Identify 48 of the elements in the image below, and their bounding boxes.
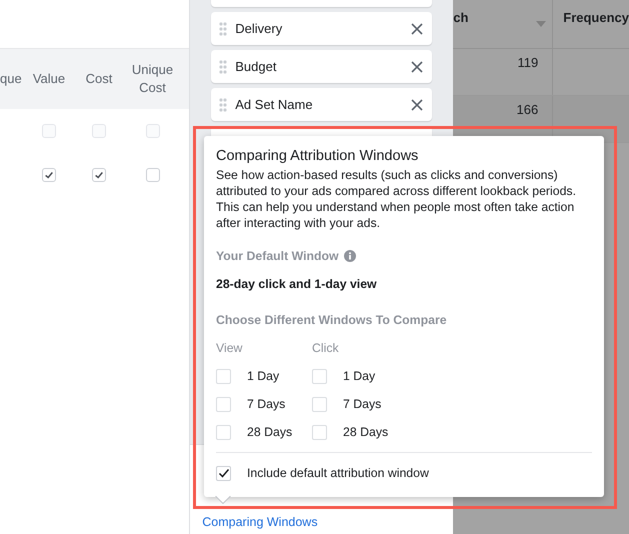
checkbox[interactable] xyxy=(216,396,231,412)
checkbox[interactable] xyxy=(42,168,56,182)
drag-handle-icon[interactable] xyxy=(219,60,228,74)
column-header: que xyxy=(0,70,23,88)
close-icon[interactable] xyxy=(411,98,424,110)
table-header[interactable]: ch xyxy=(453,0,554,48)
column-name: Budget xyxy=(235,59,278,74)
option-label: 28 Days xyxy=(247,425,292,439)
popover-title: Comparing Attribution Windows xyxy=(216,148,420,164)
info-icon[interactable] xyxy=(344,250,356,262)
group-label: View xyxy=(216,341,244,357)
check-icon xyxy=(94,170,104,180)
checkbox[interactable] xyxy=(312,396,327,412)
column-name: Ad Set Name xyxy=(235,97,314,112)
column-header: Value xyxy=(32,70,66,88)
column-header: Cost xyxy=(84,70,114,88)
table-header[interactable]: Frequency xyxy=(563,10,629,24)
group-label: Click xyxy=(312,341,340,357)
option-label: Include default attribution window xyxy=(247,466,429,480)
default-window-value: 28-day click and 1-day view xyxy=(216,277,378,291)
option-label: 7 Days xyxy=(247,397,286,411)
checkbox[interactable] xyxy=(312,368,327,384)
comparing-windows-link[interactable]: Comparing Windows xyxy=(202,515,318,529)
checkbox[interactable] xyxy=(216,368,231,384)
option-label: 28 Days xyxy=(343,425,388,439)
checkbox[interactable] xyxy=(92,168,106,182)
close-icon[interactable] xyxy=(411,22,424,34)
checkbox[interactable] xyxy=(216,424,231,440)
sort-caret-icon xyxy=(536,21,546,27)
column-card[interactable]: Budget xyxy=(211,50,432,83)
column-card[interactable]: Delivery xyxy=(211,12,432,45)
column-header: Unique Cost xyxy=(130,61,174,97)
column-card[interactable]: Ad Set Name xyxy=(211,88,432,121)
column-name: Delivery xyxy=(235,21,284,36)
popover-description: See how action-based results (such as clicks and conversions) attributed to your ads compared across different lookback periods. This can help you understand when people most often take action after interacting with your ads. xyxy=(216,167,577,231)
close-icon[interactable] xyxy=(411,60,424,72)
section-label: Choose Different Windows To Compare xyxy=(216,313,447,327)
drag-handle-icon[interactable] xyxy=(219,22,228,36)
checkbox[interactable] xyxy=(312,424,327,440)
section-label: Your Default Window xyxy=(216,249,339,263)
option-label: 7 Days xyxy=(343,397,382,411)
option-label: 1 Day xyxy=(247,369,280,383)
checkbox[interactable] xyxy=(216,466,231,480)
checkbox[interactable] xyxy=(146,168,160,182)
table-cell: 119 xyxy=(453,49,554,95)
option-label: 1 Day xyxy=(343,369,376,383)
drag-handle-icon[interactable] xyxy=(219,98,228,112)
check-icon xyxy=(44,170,54,180)
